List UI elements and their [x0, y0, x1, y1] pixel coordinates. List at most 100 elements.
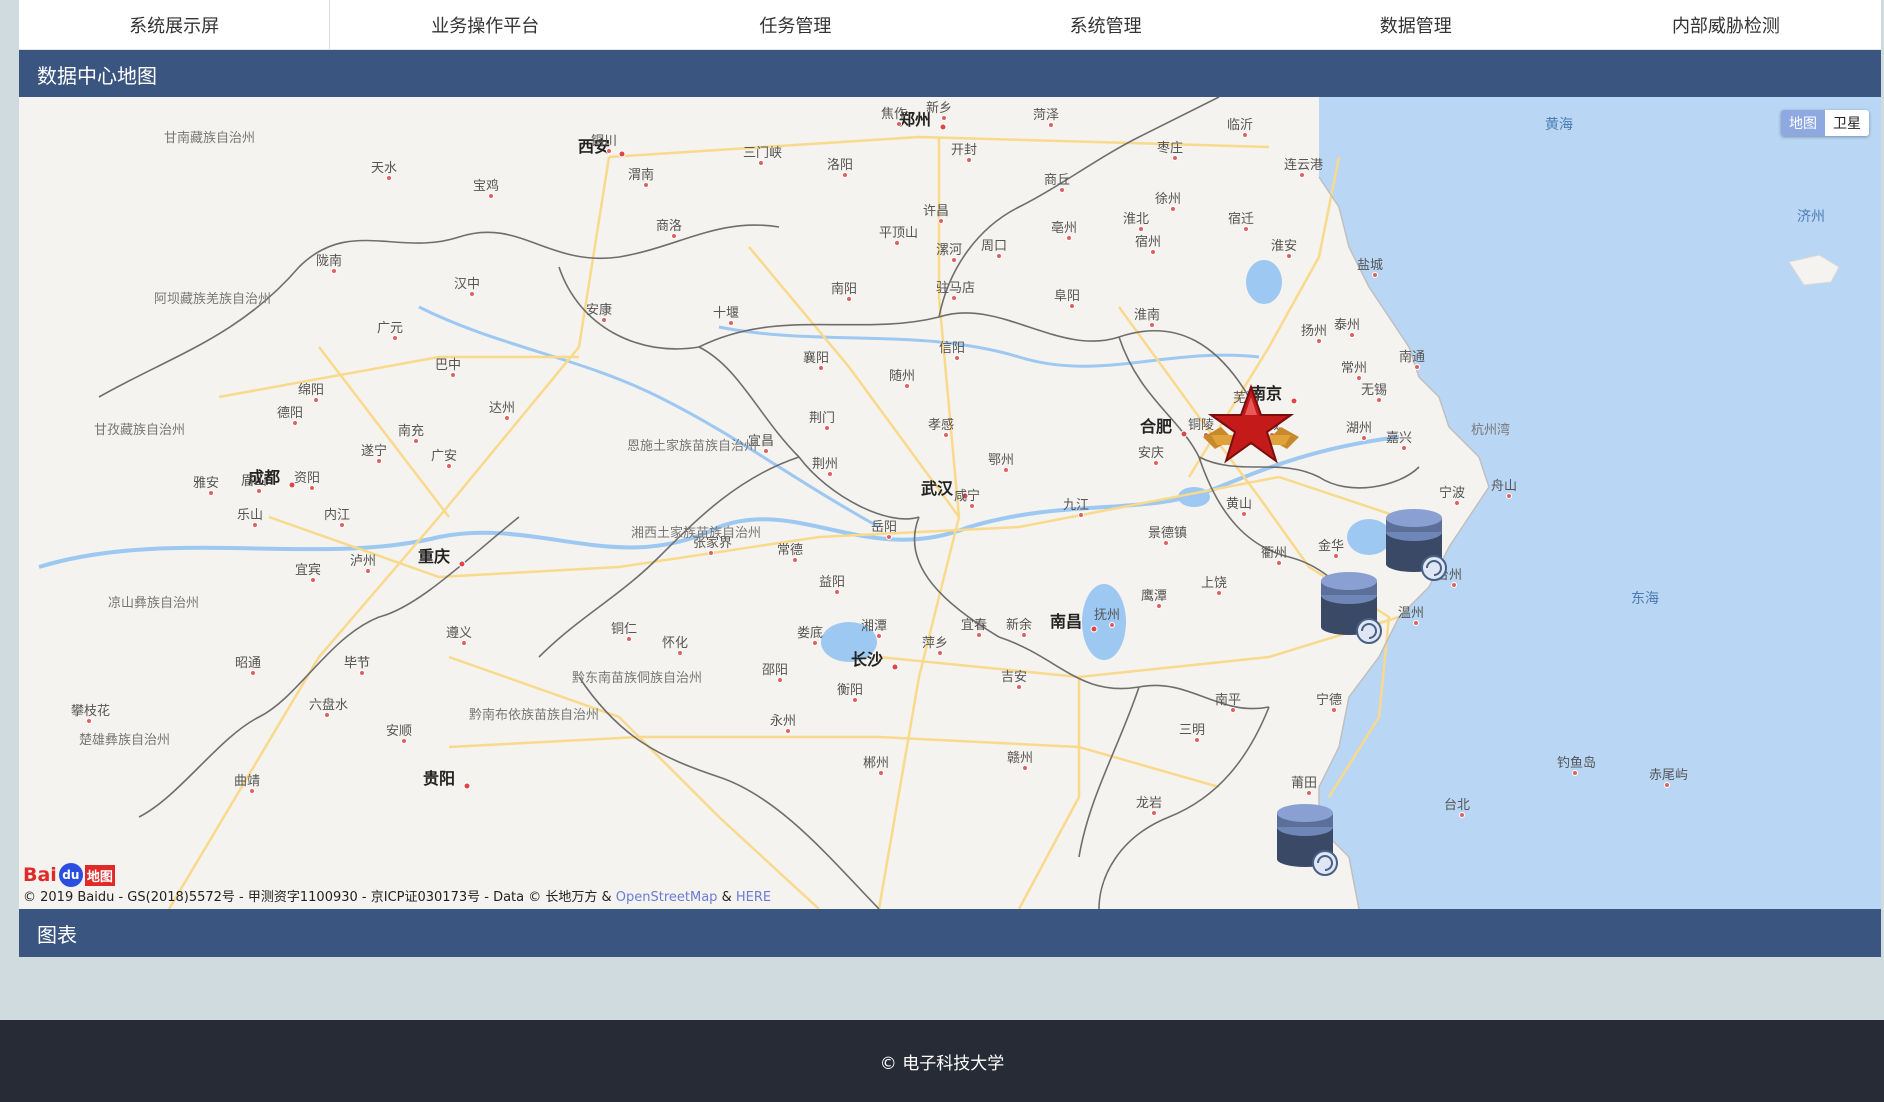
city-dot [904, 383, 910, 389]
city-dot [966, 157, 972, 163]
region-label: 甘南藏族自治州 [164, 130, 255, 146]
city-dot [954, 355, 960, 361]
river-huai [718, 325, 1260, 368]
city-dot [886, 534, 892, 540]
city-dot [1172, 155, 1178, 161]
here-link[interactable]: HERE [736, 890, 771, 905]
page-footer: © 电子科技大学 [0, 1020, 1884, 1102]
city-dot [996, 253, 1002, 259]
city-dot [763, 448, 769, 454]
city-label: 舟山 [1491, 479, 1517, 494]
city-label: 驻马店 [936, 281, 975, 296]
city-label: 曲靖 [234, 774, 260, 789]
data-center-marker-shanghai[interactable] [1386, 509, 1447, 581]
city-label: 雅安 [193, 476, 219, 491]
data-center-map[interactable]: 西安 郑州 合肥 南京 成都 重庆 武汉 长沙 南昌 贵阳 焦作 新乡 菏泽 临沂 铜川 三门峡 洛阳 开封 商丘枣… [19, 97, 1881, 909]
city-dot [894, 240, 900, 246]
tab-system-display[interactable]: 系统展示屏 [19, 0, 331, 49]
city-label: 宿州 [1135, 234, 1161, 250]
copyright-amp: & [717, 890, 736, 905]
map-canvas[interactable]: 西安郑州合肥南京成都重庆武汉长沙南昌贵阳焦作 新乡 菏泽临沂铜川三门峡洛阳开封商丘枣… [19, 97, 1881, 909]
city-dot [777, 677, 783, 683]
baidu-map-logo[interactable]: Bai du 地图 [23, 863, 115, 887]
tab-data-management[interactable]: 数据管理 [1261, 0, 1571, 49]
openstreetmap-link[interactable]: OpenStreetMap [616, 890, 718, 905]
city-label: 周口 [981, 239, 1007, 254]
tab-system-management[interactable]: 系统管理 [951, 0, 1261, 49]
city-dot [1376, 397, 1382, 403]
tab-insider-threat[interactable]: 内部威胁检测 [1571, 0, 1881, 49]
city-dot [450, 372, 456, 378]
city-label: 巴中 [435, 358, 461, 373]
region-label: 阿坝藏族羌族自治州 [154, 291, 271, 307]
city-label: 十堰 [713, 306, 739, 321]
city-dot [1149, 322, 1155, 328]
city-label: 孝感 [928, 417, 954, 433]
city-dot [250, 670, 256, 676]
tab-task-management[interactable]: 任务管理 [640, 0, 950, 49]
region-label: 恩施土家族苗族自治州 [627, 438, 757, 454]
city-label: 三门峡 [743, 146, 782, 161]
city-dot-major [891, 663, 899, 671]
city-label: 娄底 [797, 625, 823, 641]
city-label: 遵义 [446, 625, 472, 641]
map-copyright: © 2019 Baidu - GS(2018)5572号 - 甲测资字11009… [23, 886, 771, 905]
city-dot [827, 471, 833, 477]
city-label: 邵阳 [762, 663, 788, 678]
city-label: 临沂 [1227, 118, 1253, 133]
city-dot [376, 458, 382, 464]
city-label: 郴州 [863, 756, 889, 771]
city-dot [951, 257, 957, 263]
map-type-map-button[interactable]: 地图 [1781, 110, 1825, 136]
city-label: 三明 [1179, 723, 1205, 738]
city-label: 温州 [1398, 606, 1424, 621]
city-dot [1150, 249, 1156, 255]
city-dot [812, 640, 818, 646]
city-dot [339, 522, 345, 528]
city-label: 开封 [951, 143, 977, 158]
region-label: 甘孜藏族自治州 [94, 422, 185, 438]
city-dot [876, 633, 882, 639]
city-dot [792, 557, 798, 563]
city-label: 荆州 [812, 456, 838, 472]
city-label: 资阳 [294, 471, 320, 486]
city-label: 遂宁 [361, 443, 387, 459]
city-dot [313, 397, 319, 403]
city-label: 咸宁 [954, 488, 980, 504]
city-dot [1048, 122, 1054, 128]
city-dot [969, 503, 975, 509]
tab-business-platform[interactable]: 业务操作平台 [330, 0, 640, 49]
city-label: 洛阳 [827, 158, 853, 173]
city-label: 岳阳 [871, 520, 897, 535]
city-label: 嘉兴 [1386, 431, 1412, 446]
city-dot [488, 193, 494, 199]
city-label: 宜春 [961, 618, 987, 633]
city-dot [1156, 603, 1162, 609]
city-dot [708, 550, 714, 556]
city-dot [292, 420, 298, 426]
city-dot [386, 175, 392, 181]
city-dot [606, 148, 612, 154]
data-center-marker-fuzhou[interactable] [1277, 804, 1338, 876]
city-dot [249, 788, 255, 794]
red-star-marker[interactable] [1203, 384, 1299, 464]
city-dot [309, 485, 315, 491]
city-label: 铜川 [591, 134, 617, 149]
top-nav: 系统展示屏 业务操作平台 任务管理 系统管理 数据管理 内部威胁检测 [19, 0, 1881, 50]
map-type-satellite-button[interactable]: 卫星 [1825, 110, 1869, 136]
city-label: 阜阳 [1054, 288, 1080, 304]
city-dot [852, 697, 858, 703]
baidu-logo-text: Bai [23, 864, 57, 886]
city-label: 内江 [324, 507, 350, 523]
city-label: 赣州 [1007, 751, 1033, 766]
city-label-major: 贵阳 [423, 769, 455, 788]
city-dot [446, 463, 452, 469]
city-label: 益阳 [819, 575, 845, 590]
city-label: 扬州 [1301, 324, 1327, 339]
city-label: 吉安 [1001, 670, 1027, 685]
city-dot [365, 568, 371, 574]
data-center-marker-hangzhou[interactable] [1321, 572, 1382, 644]
city-dot [824, 425, 830, 431]
city-dot [834, 589, 840, 595]
city-label: 黄山 [1226, 497, 1252, 512]
